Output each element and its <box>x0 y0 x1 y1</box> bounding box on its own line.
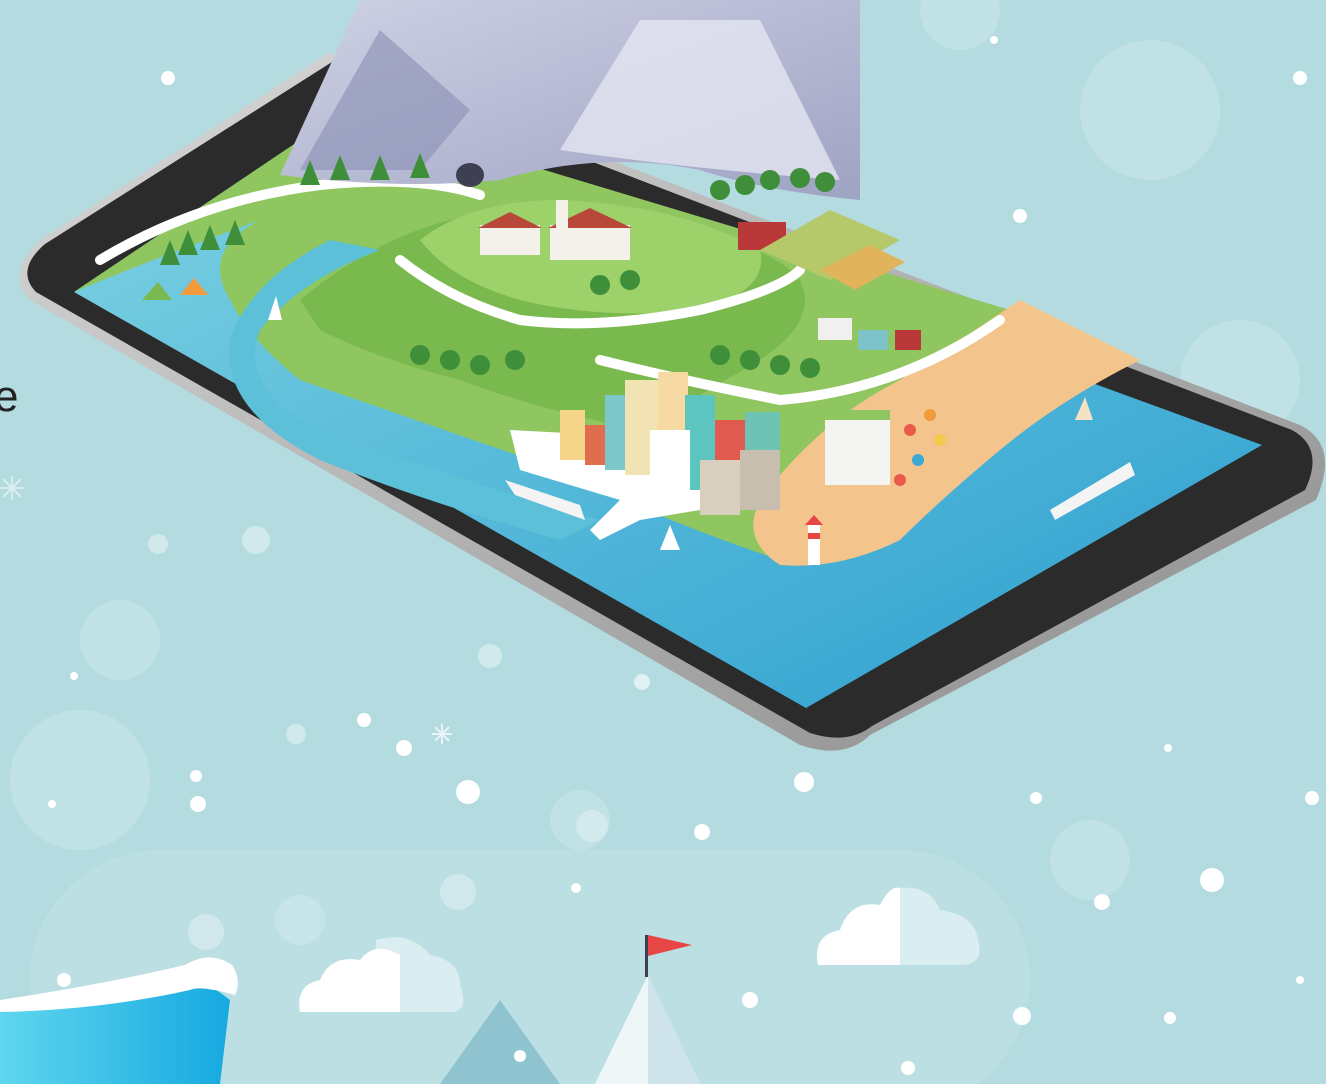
snow-dot <box>286 724 306 744</box>
snow-dot <box>190 796 206 812</box>
snow-dot <box>694 824 710 840</box>
tree-icon <box>770 355 790 375</box>
snow-dot <box>48 800 56 808</box>
church-tower <box>556 200 568 230</box>
illustration-stage: e <box>0 0 1326 1084</box>
hotel-building <box>825 410 890 485</box>
umbrella-icon <box>924 409 936 421</box>
snow-dot <box>188 914 224 950</box>
snow-dot <box>1293 71 1307 85</box>
umbrella-icon <box>894 474 906 486</box>
snow-dot <box>1164 1012 1176 1024</box>
office-building <box>740 450 780 510</box>
umbrella-icon <box>934 434 946 446</box>
tree-icon <box>790 168 810 188</box>
snow-dot <box>990 36 998 44</box>
tree-icon <box>410 345 430 365</box>
snow-dot <box>357 713 371 727</box>
hotel-roof-garden <box>825 410 890 420</box>
snowflake-icon <box>432 724 452 744</box>
office-building <box>700 460 740 515</box>
snow-dot <box>161 71 175 85</box>
tree-icon <box>620 270 640 290</box>
tree-icon <box>710 345 730 365</box>
snow-dot <box>794 772 814 792</box>
snow-dot <box>576 810 608 842</box>
tree-icon <box>800 358 820 378</box>
shop-building <box>560 410 585 460</box>
snow-dot <box>242 526 270 554</box>
tree-icon <box>590 275 610 295</box>
snow-dot <box>1030 792 1042 804</box>
tree-icon <box>505 350 525 370</box>
snow-dot <box>190 770 202 782</box>
snow-dot <box>1094 894 1110 910</box>
snow-dot <box>901 1061 915 1075</box>
tree-icon <box>815 172 835 192</box>
monastery-building <box>480 225 540 255</box>
snow-dot <box>70 672 78 680</box>
tree-icon <box>740 350 760 370</box>
snow-dot <box>634 674 650 690</box>
tree-icon <box>735 175 755 195</box>
snow-dot <box>148 534 168 554</box>
tree-icon <box>760 170 780 190</box>
monastery-building <box>550 225 630 260</box>
house <box>858 330 888 350</box>
snow-dot <box>478 644 502 668</box>
tree-icon <box>470 355 490 375</box>
snow-dot <box>440 874 476 910</box>
snow-dot <box>742 992 758 1008</box>
shop-building <box>585 425 605 465</box>
umbrella-icon <box>904 424 916 436</box>
snow-dot <box>1013 1007 1031 1025</box>
house <box>818 318 852 340</box>
umbrella-icon <box>912 454 924 466</box>
snow-dot <box>571 883 581 893</box>
snow-dot <box>456 780 480 804</box>
tunnel-entrance <box>456 163 484 187</box>
flag-pole <box>645 935 648 977</box>
snow-dot <box>396 740 412 756</box>
snow-dot <box>1296 976 1304 984</box>
snow-dot <box>514 1050 526 1062</box>
snow-dot <box>1164 744 1172 752</box>
office-building <box>650 430 690 505</box>
snow-dot <box>57 973 71 987</box>
snow-dot <box>1013 209 1027 223</box>
snowflake-icon <box>0 476 24 500</box>
tree-icon <box>710 180 730 200</box>
tree-icon <box>440 350 460 370</box>
house <box>895 330 921 350</box>
snow-dot <box>1200 868 1224 892</box>
snow-dot <box>1305 791 1319 805</box>
smart-city-illustration <box>0 0 1325 1084</box>
